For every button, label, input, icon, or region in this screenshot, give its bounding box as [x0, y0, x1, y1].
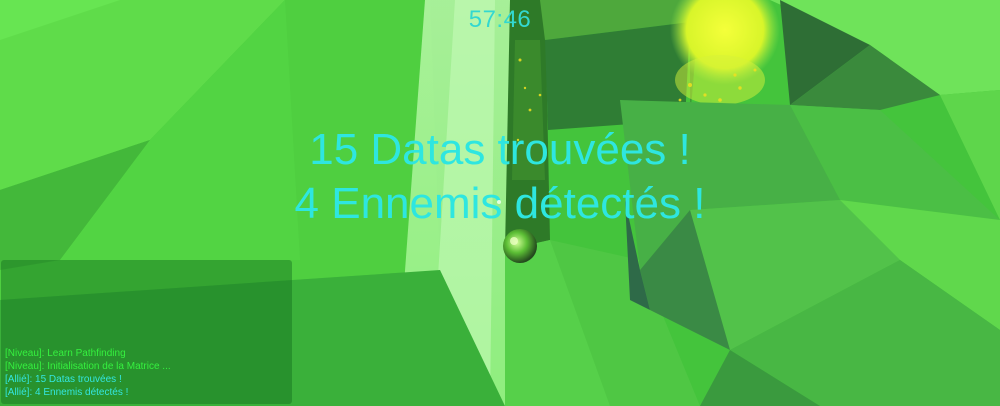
event-log-panel: [Niveau]: Learn Pathfinding [Niveau]: In… — [1, 260, 292, 404]
timer-display: 57:46 — [468, 6, 532, 33]
data-found-announcement: 15 Datas trouvées ! — [309, 125, 691, 174]
log-line: [Niveau]: Learn Pathfinding — [5, 348, 126, 359]
log-line: [Niveau]: Initialisation de la Matrice .… — [5, 361, 171, 372]
enemies-detected-announcement: 4 Ennemis détectés ! — [294, 179, 706, 228]
event-log-list: [Niveau]: Learn Pathfinding [Niveau]: In… — [5, 347, 171, 399]
log-line: [Allié]: 4 Ennemis détectés ! — [5, 387, 129, 398]
log-line: [Allié]: 15 Datas trouvées ! — [5, 374, 122, 385]
game-viewport[interactable]: 57:46 15 Datas trouvées ! 4 Ennemis déte… — [0, 0, 1000, 406]
crosshair-icon — [497, 200, 501, 204]
